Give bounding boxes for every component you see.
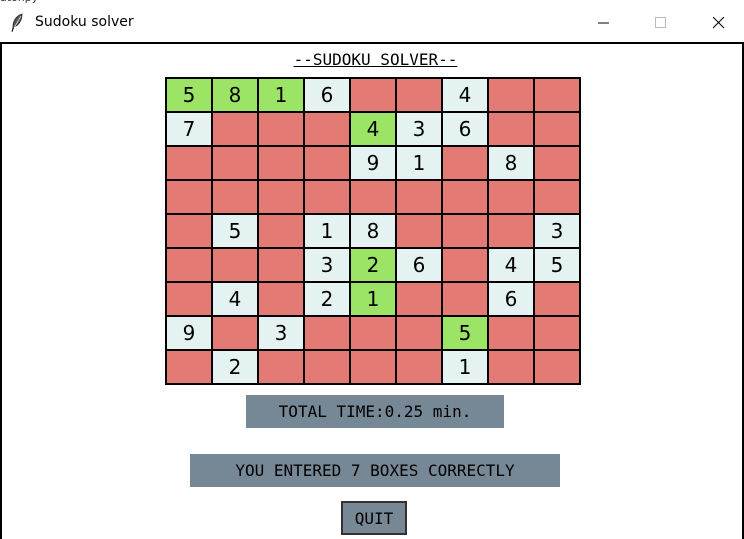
sudoku-cell[interactable]: [351, 351, 395, 383]
sudoku-cell[interactable]: [397, 351, 441, 383]
sudoku-cell[interactable]: [351, 79, 395, 111]
sudoku-cell[interactable]: 5: [213, 215, 257, 247]
sudoku-cell[interactable]: 9: [351, 147, 395, 179]
sudoku-cell[interactable]: [397, 215, 441, 247]
sudoku-cell[interactable]: [397, 181, 441, 213]
window-border-left: [0, 42, 2, 539]
sudoku-cell[interactable]: [535, 147, 579, 179]
sudoku-cell[interactable]: 5: [167, 79, 211, 111]
sudoku-cell[interactable]: [351, 317, 395, 349]
sudoku-cell[interactable]: [167, 215, 211, 247]
quit-button[interactable]: QUIT: [341, 501, 407, 535]
page-title: --SUDOKU SOLVER--: [293, 50, 458, 69]
sudoku-cell[interactable]: [535, 283, 579, 315]
sudoku-cell[interactable]: 3: [259, 317, 303, 349]
maximize-icon: [655, 17, 666, 28]
sudoku-cell[interactable]: 5: [443, 317, 487, 349]
close-button[interactable]: [695, 4, 741, 42]
sudoku-cell[interactable]: [305, 181, 349, 213]
sudoku-grid: 581647436918518332645421693521: [165, 77, 581, 385]
sudoku-cell[interactable]: 5: [535, 249, 579, 281]
feather-icon: [10, 13, 24, 33]
sudoku-cell[interactable]: [213, 249, 257, 281]
sudoku-cell[interactable]: [259, 249, 303, 281]
sudoku-cell[interactable]: 2: [213, 351, 257, 383]
sudoku-cell[interactable]: 8: [351, 215, 395, 247]
window-title: Sudoku solver: [35, 14, 134, 30]
sudoku-cell[interactable]: [167, 147, 211, 179]
sudoku-cell[interactable]: [259, 113, 303, 145]
sudoku-cell[interactable]: 1: [351, 283, 395, 315]
sudoku-cell[interactable]: [351, 181, 395, 213]
sudoku-cell[interactable]: [213, 113, 257, 145]
sudoku-cell[interactable]: [305, 147, 349, 179]
sudoku-cell[interactable]: [167, 181, 211, 213]
sudoku-cell[interactable]: [397, 283, 441, 315]
sudoku-cell[interactable]: [259, 283, 303, 315]
sudoku-cell[interactable]: [259, 181, 303, 213]
sudoku-cell[interactable]: 6: [443, 113, 487, 145]
sudoku-cell[interactable]: [535, 317, 579, 349]
sudoku-cell[interactable]: 6: [489, 283, 533, 315]
maximize-button[interactable]: [637, 4, 683, 42]
title-bar: Sudoku solver: [0, 4, 744, 42]
sudoku-cell[interactable]: 8: [213, 79, 257, 111]
sudoku-cell[interactable]: 6: [305, 79, 349, 111]
sudoku-cell[interactable]: [443, 181, 487, 213]
sudoku-cell[interactable]: 4: [443, 79, 487, 111]
sudoku-cell[interactable]: [535, 113, 579, 145]
sudoku-cell[interactable]: [167, 351, 211, 383]
sudoku-cell[interactable]: [305, 351, 349, 383]
sudoku-cell[interactable]: 9: [167, 317, 211, 349]
sudoku-cell[interactable]: 1: [259, 79, 303, 111]
sudoku-cell[interactable]: [259, 351, 303, 383]
minimize-icon: [598, 22, 609, 24]
sudoku-cell[interactable]: [489, 317, 533, 349]
sudoku-cell[interactable]: [489, 181, 533, 213]
sudoku-cell[interactable]: [443, 249, 487, 281]
sudoku-cell[interactable]: 8: [489, 147, 533, 179]
total-time-label: TOTAL TIME:0.25 min.: [246, 395, 504, 428]
sudoku-cell[interactable]: 4: [489, 249, 533, 281]
sudoku-cell[interactable]: [535, 181, 579, 213]
sudoku-cell[interactable]: [213, 317, 257, 349]
result-label: YOU ENTERED 7 BOXES CORRECTLY: [190, 454, 560, 487]
sudoku-cell[interactable]: [489, 351, 533, 383]
sudoku-cell[interactable]: [443, 215, 487, 247]
sudoku-cell[interactable]: [443, 147, 487, 179]
sudoku-cell[interactable]: [535, 351, 579, 383]
sudoku-cell[interactable]: 3: [305, 249, 349, 281]
sudoku-cell[interactable]: [443, 283, 487, 315]
sudoku-cell[interactable]: [535, 79, 579, 111]
sudoku-cell[interactable]: 2: [305, 283, 349, 315]
sudoku-cell[interactable]: 6: [397, 249, 441, 281]
sudoku-cell[interactable]: 4: [213, 283, 257, 315]
sudoku-cell[interactable]: [213, 181, 257, 213]
sudoku-cell[interactable]: [167, 283, 211, 315]
sudoku-cell[interactable]: 2: [351, 249, 395, 281]
sudoku-cell[interactable]: 7: [167, 113, 211, 145]
sudoku-cell[interactable]: [397, 317, 441, 349]
sudoku-cell[interactable]: [489, 215, 533, 247]
sudoku-cell[interactable]: [259, 147, 303, 179]
sudoku-cell[interactable]: 1: [305, 215, 349, 247]
sudoku-cell[interactable]: [489, 113, 533, 145]
sudoku-cell[interactable]: [167, 249, 211, 281]
sudoku-cell[interactable]: 1: [443, 351, 487, 383]
sudoku-cell[interactable]: 3: [397, 113, 441, 145]
sudoku-cell[interactable]: [305, 113, 349, 145]
minimize-button[interactable]: [580, 4, 626, 42]
sudoku-cell[interactable]: [489, 79, 533, 111]
sudoku-cell[interactable]: [397, 79, 441, 111]
sudoku-cell[interactable]: [305, 317, 349, 349]
sudoku-cell[interactable]: [259, 215, 303, 247]
sudoku-cell[interactable]: 4: [351, 113, 395, 145]
sudoku-cell[interactable]: 1: [397, 147, 441, 179]
sudoku-cell[interactable]: [213, 147, 257, 179]
close-icon: [713, 17, 725, 29]
sudoku-cell[interactable]: 3: [535, 215, 579, 247]
